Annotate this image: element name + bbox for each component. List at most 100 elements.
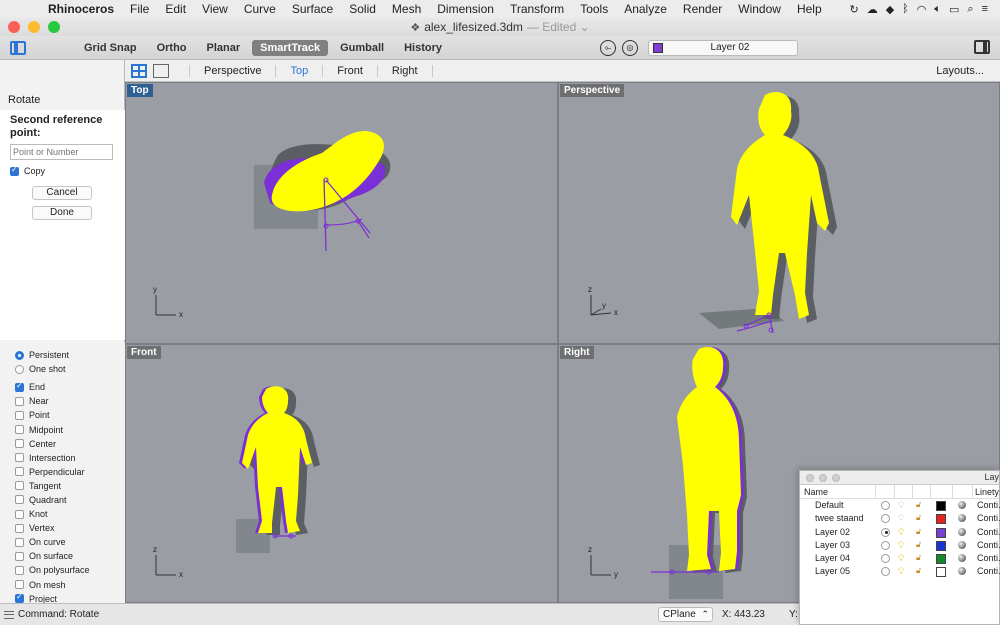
menu-transform[interactable]: Transform xyxy=(502,0,572,18)
menu-view[interactable]: View xyxy=(194,0,236,18)
lock-icon[interactable]: 🔓︎ xyxy=(916,540,921,550)
lock-icon[interactable]: 🔓︎ xyxy=(916,500,921,510)
layer-linetype[interactable]: Conti. xyxy=(977,553,1000,563)
layer-current-radio[interactable] xyxy=(881,540,890,550)
radio-persistent[interactable] xyxy=(15,350,24,360)
layers-linetype-column[interactable]: Linety xyxy=(975,487,999,497)
checkbox-project[interactable] xyxy=(15,592,24,604)
osnap-point[interactable]: Point xyxy=(15,408,125,422)
material-icon[interactable] xyxy=(958,527,966,536)
checkbox-vertex[interactable] xyxy=(15,523,24,533)
material-icon[interactable] xyxy=(958,501,966,509)
checkbox-intersection[interactable] xyxy=(15,453,24,463)
menu-dimension[interactable]: Dimension xyxy=(429,0,502,18)
layer-color-swatch[interactable] xyxy=(936,527,946,538)
osnap-mode-one-shot[interactable]: One shot xyxy=(15,362,125,376)
edited-indicator[interactable]: — Edited ⌄ xyxy=(527,20,590,34)
layer-name[interactable]: Layer 03 xyxy=(815,540,850,550)
menu-app-name[interactable]: Rhinoceros xyxy=(40,0,122,18)
tab-perspective[interactable]: Perspective xyxy=(189,64,277,77)
target-icon[interactable]: ◎ xyxy=(622,39,639,56)
osnap-mode-persistent[interactable]: Persistent xyxy=(15,348,125,362)
viewport-perspective[interactable]: z y x Perspective xyxy=(558,82,1000,344)
four-viewport-layout-icon[interactable] xyxy=(131,63,147,78)
osnap-vertex[interactable]: Vertex xyxy=(15,521,125,535)
layers-panel-title-bar[interactable]: Lay xyxy=(800,471,999,485)
menu-analyze[interactable]: Analyze xyxy=(616,0,675,18)
zoom-window-button[interactable] xyxy=(48,21,60,33)
lock-icon[interactable]: 🔓︎ xyxy=(916,566,921,576)
right-sidebar-toggle-icon[interactable] xyxy=(974,40,990,54)
menu-list-icon[interactable]: ≡ xyxy=(982,3,988,15)
close-window-button[interactable] xyxy=(8,21,20,33)
layer-row[interactable]: Layer 03 💡︎ 🔓︎ Conti. xyxy=(800,539,1000,552)
osnap-near[interactable]: Near xyxy=(15,394,125,408)
layer-current-radio[interactable] xyxy=(881,567,890,577)
menu-surface[interactable]: Surface xyxy=(284,0,341,18)
checkbox-midpoint[interactable] xyxy=(15,425,24,435)
command-history-icon[interactable] xyxy=(4,610,14,619)
cplane-selector[interactable]: CPlane xyxy=(658,607,713,622)
menu-mesh[interactable]: Mesh xyxy=(384,0,429,18)
search-icon[interactable]: ⌕ xyxy=(967,3,973,16)
checkbox-near[interactable] xyxy=(15,396,24,406)
history-button[interactable]: History xyxy=(396,40,450,56)
layer-name[interactable]: Layer 05 xyxy=(815,566,850,576)
checkbox-center[interactable] xyxy=(15,439,24,449)
checkbox-on-polysurface[interactable] xyxy=(15,565,24,575)
lightbulb-icon[interactable]: 💡︎ xyxy=(898,540,904,551)
osnap-on-polysurface[interactable]: On polysurface xyxy=(15,563,125,577)
smarttrack-button[interactable]: SmartTrack xyxy=(252,39,329,56)
checkbox-quadrant[interactable] xyxy=(15,495,24,505)
lock-icon[interactable]: 🔓︎ xyxy=(916,553,921,563)
evernote-icon[interactable]: ◆ xyxy=(886,3,894,16)
menu-edit[interactable]: Edit xyxy=(157,0,194,18)
layer-linetype[interactable]: Conti. xyxy=(977,513,1000,523)
checkbox-on-curve[interactable] xyxy=(15,537,24,547)
wifi-icon[interactable]: ◠ xyxy=(917,3,927,16)
current-layer-selector[interactable]: Layer 02 xyxy=(648,39,799,56)
layer-row[interactable]: Default 💡︎ 🔓︎ Conti. xyxy=(800,499,1000,512)
minimize-window-button[interactable] xyxy=(28,21,40,33)
tab-top[interactable]: Top xyxy=(276,64,324,77)
cancel-button[interactable]: Cancel xyxy=(32,186,92,200)
material-icon[interactable] xyxy=(958,514,966,523)
left-sidebar-toggle-icon[interactable] xyxy=(10,40,26,55)
layer-row[interactable]: Layer 02 💡︎ 🔓︎ Conti. xyxy=(800,526,1000,539)
layer-color-swatch[interactable] xyxy=(936,540,946,551)
layer-name[interactable]: twee staand xyxy=(815,513,864,523)
planar-button[interactable]: Planar xyxy=(199,40,249,56)
tab-right[interactable]: Right xyxy=(378,64,433,77)
osnap-intersection[interactable]: Intersection xyxy=(15,451,125,465)
single-viewport-layout-icon[interactable] xyxy=(153,63,169,78)
layers-name-column[interactable]: Name xyxy=(804,487,828,497)
layers-minimize-button[interactable] xyxy=(819,474,827,482)
viewport-top[interactable]: y x Top xyxy=(125,82,558,344)
layer-name[interactable]: Layer 02 xyxy=(815,527,850,537)
menu-tools[interactable]: Tools xyxy=(572,0,616,18)
material-icon[interactable] xyxy=(958,567,966,576)
point-input[interactable] xyxy=(10,144,113,160)
osnap-on-curve[interactable]: On curve xyxy=(15,535,125,549)
layer-linetype[interactable]: Conti. xyxy=(977,540,1000,550)
osnap-on-surface[interactable]: On surface xyxy=(15,549,125,563)
layer-color-swatch[interactable] xyxy=(936,501,946,511)
checkbox-on-surface[interactable] xyxy=(15,551,24,561)
radio-one-shot[interactable] xyxy=(15,364,24,374)
menu-window[interactable]: Window xyxy=(730,0,789,18)
bluetooth-icon[interactable]: ᛒ xyxy=(902,3,909,15)
checkbox-tangent[interactable] xyxy=(15,481,24,491)
layer-row[interactable]: Layer 04 💡︎ 🔓︎ Conti. xyxy=(800,552,1000,565)
menu-help[interactable]: Help xyxy=(789,0,830,18)
layer-name[interactable]: Layer 04 xyxy=(815,553,850,563)
copy-option[interactable]: Copy xyxy=(10,165,115,176)
osnap-toggle-icon[interactable]: ⟜ xyxy=(600,39,617,56)
viewport-front-label[interactable]: Front xyxy=(127,346,161,359)
cloud-icon[interactable]: ☁ xyxy=(867,3,878,16)
osnap-knot[interactable]: Knot xyxy=(15,507,125,521)
osnap-quadrant[interactable]: Quadrant xyxy=(15,493,125,507)
lightbulb-icon[interactable]: 💡︎ xyxy=(898,527,904,538)
battery-icon[interactable]: ▭ xyxy=(949,3,959,16)
layer-linetype[interactable]: Conti. xyxy=(977,566,1000,576)
menu-render[interactable]: Render xyxy=(675,0,730,18)
